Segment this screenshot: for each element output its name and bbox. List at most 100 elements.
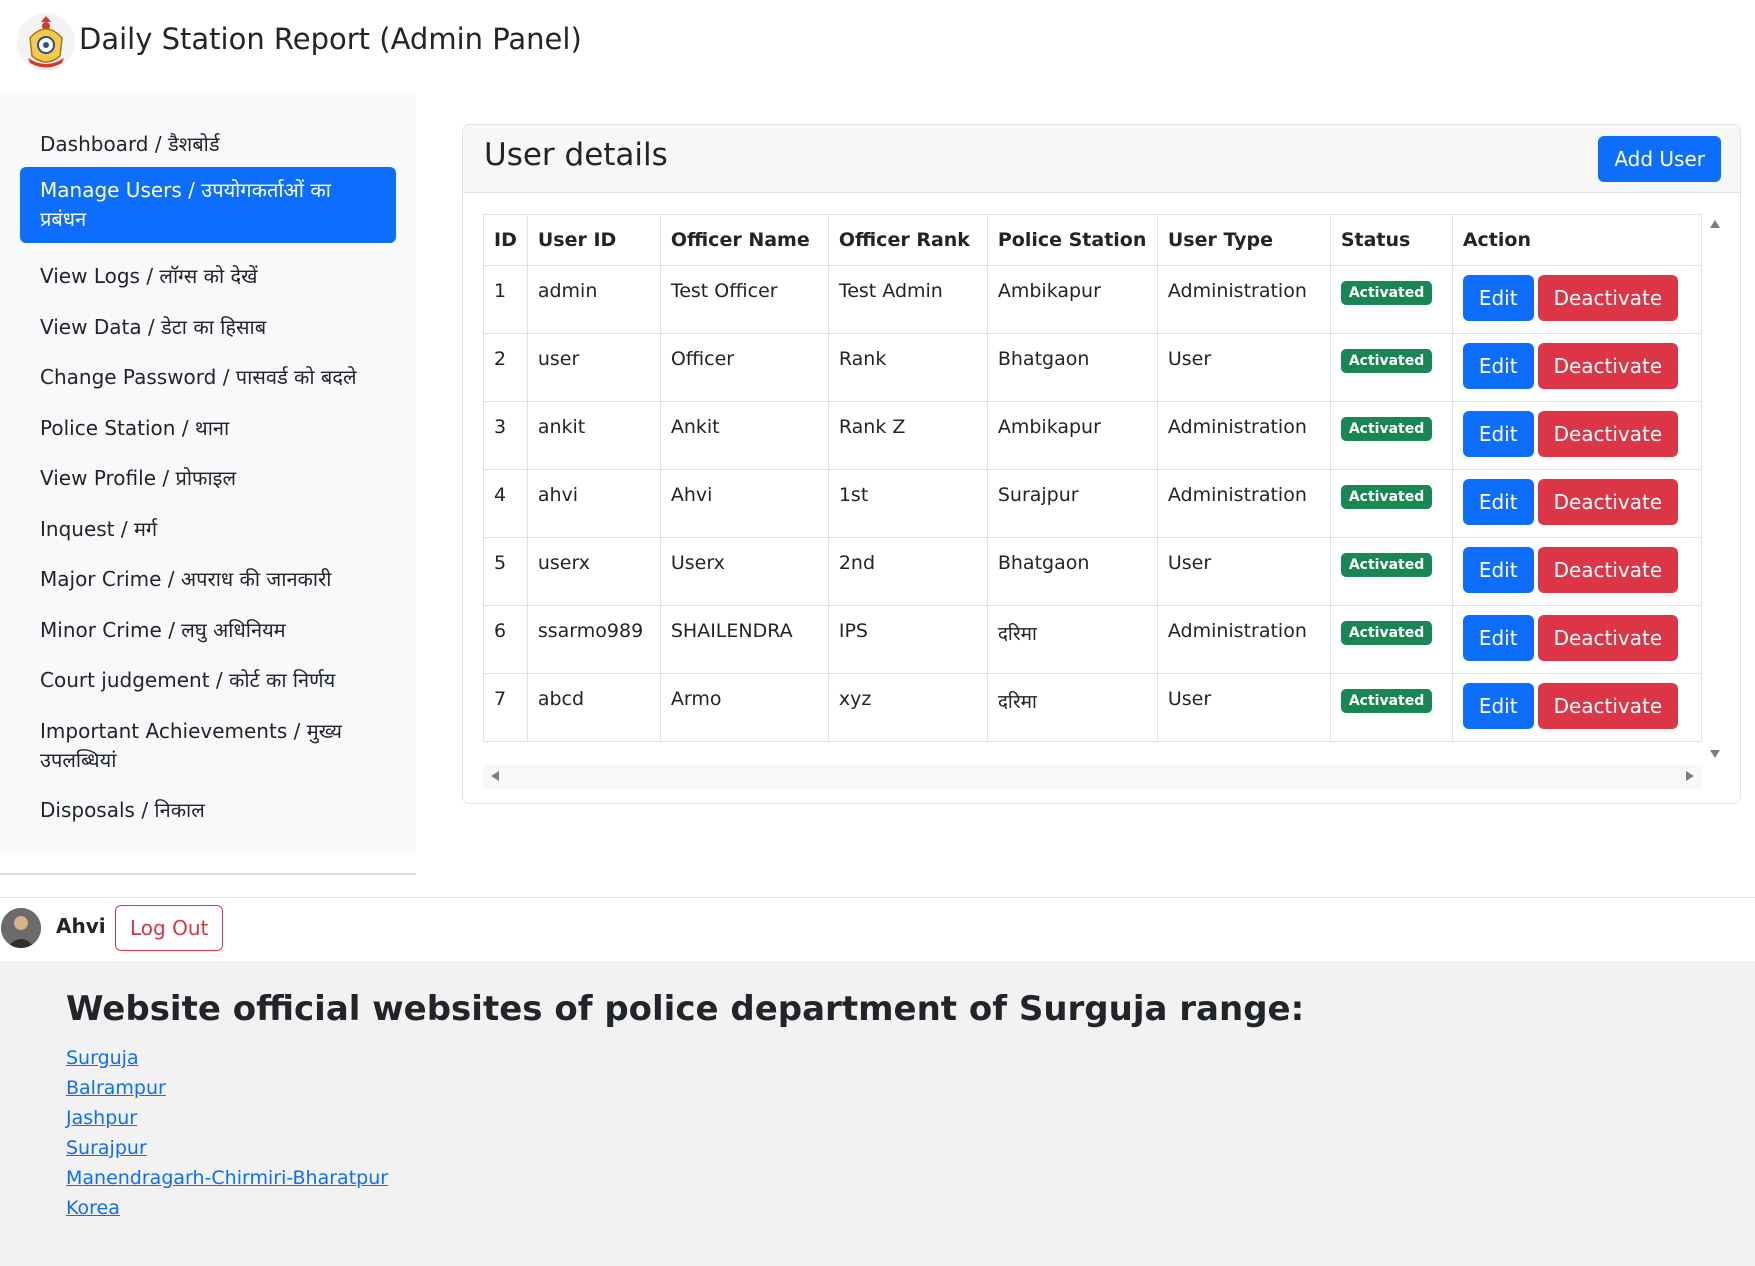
cell-user-id: admin	[526, 265, 661, 334]
scroll-left-arrow-icon[interactable]	[491, 771, 499, 781]
user-details-card: User details Add User ID User ID Officer…	[462, 124, 1741, 804]
logout-button[interactable]: Log Out	[115, 905, 224, 951]
cell-user-id: user	[526, 333, 661, 402]
deactivate-button[interactable]: Deactivate	[1537, 479, 1679, 525]
cell-id: 1	[483, 265, 528, 334]
cell-id: 2	[483, 333, 528, 402]
column-header-officer-rank: Officer Rank	[827, 214, 988, 266]
card-header: User details Add User	[463, 125, 1740, 193]
column-header-police-station: Police Station	[986, 214, 1158, 266]
sidebar-item-police-station[interactable]: Police Station / थाना	[20, 405, 396, 452]
user-avatar-icon	[1, 908, 41, 948]
cell-user-id: ssarmo989	[526, 605, 661, 674]
scroll-up-arrow-icon[interactable]	[1710, 220, 1720, 228]
cell-id: 3	[483, 401, 528, 470]
footer-link-jashpur[interactable]: Jashpur	[66, 1103, 388, 1133]
cell-status: Activated	[1329, 333, 1453, 402]
cell-officer-rank: xyz	[827, 673, 988, 742]
sidebar-item-view-logs[interactable]: View Logs / लॉग्स को देखें	[20, 253, 396, 300]
edit-button[interactable]: Edit	[1462, 683, 1534, 729]
footer-links: Surguja Balrampur Jashpur Surajpur Manen…	[66, 1043, 388, 1223]
status-badge: Activated	[1340, 553, 1433, 577]
footer: Website official websites of police depa…	[0, 961, 1755, 1266]
cell-id: 6	[483, 605, 528, 674]
status-badge: Activated	[1340, 417, 1433, 441]
users-table: ID User ID Officer Name Officer Rank Pol…	[483, 214, 1703, 742]
cell-id: 4	[483, 469, 528, 538]
cell-police-station: Ambikapur	[986, 265, 1158, 334]
cell-officer-name: Ankit	[659, 401, 829, 470]
cell-user-type: User	[1156, 673, 1331, 742]
cell-action: Edit Deactivate	[1451, 401, 1703, 470]
table-row: 3 ankit Ankit Rank Z Ambikapur Administr…	[483, 401, 1703, 470]
column-header-action: Action	[1451, 214, 1703, 266]
cell-police-station: Ambikapur	[986, 401, 1158, 470]
cell-id: 7	[483, 673, 528, 742]
deactivate-button[interactable]: Deactivate	[1537, 275, 1679, 321]
column-header-officer-name: Officer Name	[659, 214, 829, 266]
cell-user-type: User	[1156, 537, 1331, 606]
cell-action: Edit Deactivate	[1451, 333, 1703, 402]
footer-link-korea[interactable]: Korea	[66, 1193, 388, 1223]
sidebar-item-view-data[interactable]: View Data / डेटा का हिसाब	[20, 304, 396, 351]
deactivate-button[interactable]: Deactivate	[1537, 411, 1679, 457]
cell-officer-name: Ahvi	[659, 469, 829, 538]
cell-user-type: Administration	[1156, 469, 1331, 538]
cell-id: 5	[483, 537, 528, 606]
table-row: 6 ssarmo989 SHAILENDRA IPS दरिमा Adminis…	[483, 605, 1703, 674]
footer-link-manendragarh[interactable]: Manendragarh-Chirmiri-Bharatpur	[66, 1163, 388, 1193]
cell-officer-name: Armo	[659, 673, 829, 742]
app-header: Daily Station Report (Admin Panel)	[0, 0, 1755, 90]
cell-police-station: Surajpur	[986, 469, 1158, 538]
sidebar-item-manage-users[interactable]: Manage Users / उपयोगकर्ताओं का प्रबंधन	[20, 167, 396, 243]
cell-action: Edit Deactivate	[1451, 537, 1703, 606]
card-title: User details	[484, 137, 668, 173]
deactivate-button[interactable]: Deactivate	[1537, 615, 1679, 661]
cell-status: Activated	[1329, 265, 1453, 334]
sidebar-item-change-password[interactable]: Change Password / पासवर्ड को बदले	[20, 354, 396, 401]
deactivate-button[interactable]: Deactivate	[1537, 547, 1679, 593]
cell-officer-name: Test Officer	[659, 265, 829, 334]
scroll-down-arrow-icon[interactable]	[1710, 750, 1720, 758]
cell-status: Activated	[1329, 401, 1453, 470]
sidebar-item-disposals[interactable]: Disposals / निकाल	[20, 787, 396, 834]
status-badge: Activated	[1340, 281, 1433, 305]
sidebar-item-major-crime[interactable]: Major Crime / अपराध की जानकारी	[20, 556, 396, 603]
cell-police-station: दरिमा	[986, 605, 1158, 674]
cell-action: Edit Deactivate	[1451, 673, 1703, 742]
sidebar-item-court-judgement[interactable]: Court judgement / कोर्ट का निर्णय	[20, 657, 396, 704]
deactivate-button[interactable]: Deactivate	[1537, 343, 1679, 389]
status-badge: Activated	[1340, 621, 1433, 645]
scroll-right-arrow-icon[interactable]	[1686, 771, 1694, 781]
status-badge: Activated	[1340, 485, 1433, 509]
edit-button[interactable]: Edit	[1462, 615, 1534, 661]
cell-user-type: Administration	[1156, 265, 1331, 334]
edit-button[interactable]: Edit	[1462, 411, 1534, 457]
table-header-row: ID User ID Officer Name Officer Rank Pol…	[483, 214, 1703, 266]
sidebar-item-view-profile[interactable]: View Profile / प्रोफाइल	[20, 455, 396, 502]
cell-user-type: Administration	[1156, 605, 1331, 674]
add-user-button[interactable]: Add User	[1598, 136, 1721, 182]
edit-button[interactable]: Edit	[1462, 479, 1534, 525]
cell-officer-rank: Rank	[827, 333, 988, 402]
sidebar-item-minor-crime[interactable]: Minor Crime / लघु अधिनियम	[20, 607, 396, 654]
cell-police-station: Bhatgaon	[986, 537, 1158, 606]
footer-link-balrampur[interactable]: Balrampur	[66, 1073, 388, 1103]
cell-police-station: दरिमा	[986, 673, 1158, 742]
deactivate-button[interactable]: Deactivate	[1537, 683, 1679, 729]
column-header-id: ID	[483, 214, 528, 266]
app-title: Daily Station Report (Admin Panel)	[79, 22, 582, 56]
edit-button[interactable]: Edit	[1462, 547, 1534, 593]
footer-link-surguja[interactable]: Surguja	[66, 1043, 388, 1073]
edit-button[interactable]: Edit	[1462, 275, 1534, 321]
footer-link-surajpur[interactable]: Surajpur	[66, 1133, 388, 1163]
sidebar-item-important-achievements[interactable]: Important Achievements / मुख्य उपलब्धिया…	[20, 708, 396, 784]
cell-user-type: Administration	[1156, 401, 1331, 470]
sidebar-item-dashboard[interactable]: Dashboard / डैशबोर्ड	[20, 121, 396, 168]
column-header-user-id: User ID	[526, 214, 661, 266]
horizontal-scrollbar[interactable]	[483, 765, 1702, 789]
edit-button[interactable]: Edit	[1462, 343, 1534, 389]
column-header-status: Status	[1329, 214, 1453, 266]
cell-status: Activated	[1329, 537, 1453, 606]
sidebar-item-inquest[interactable]: Inquest / मर्ग	[20, 506, 396, 553]
